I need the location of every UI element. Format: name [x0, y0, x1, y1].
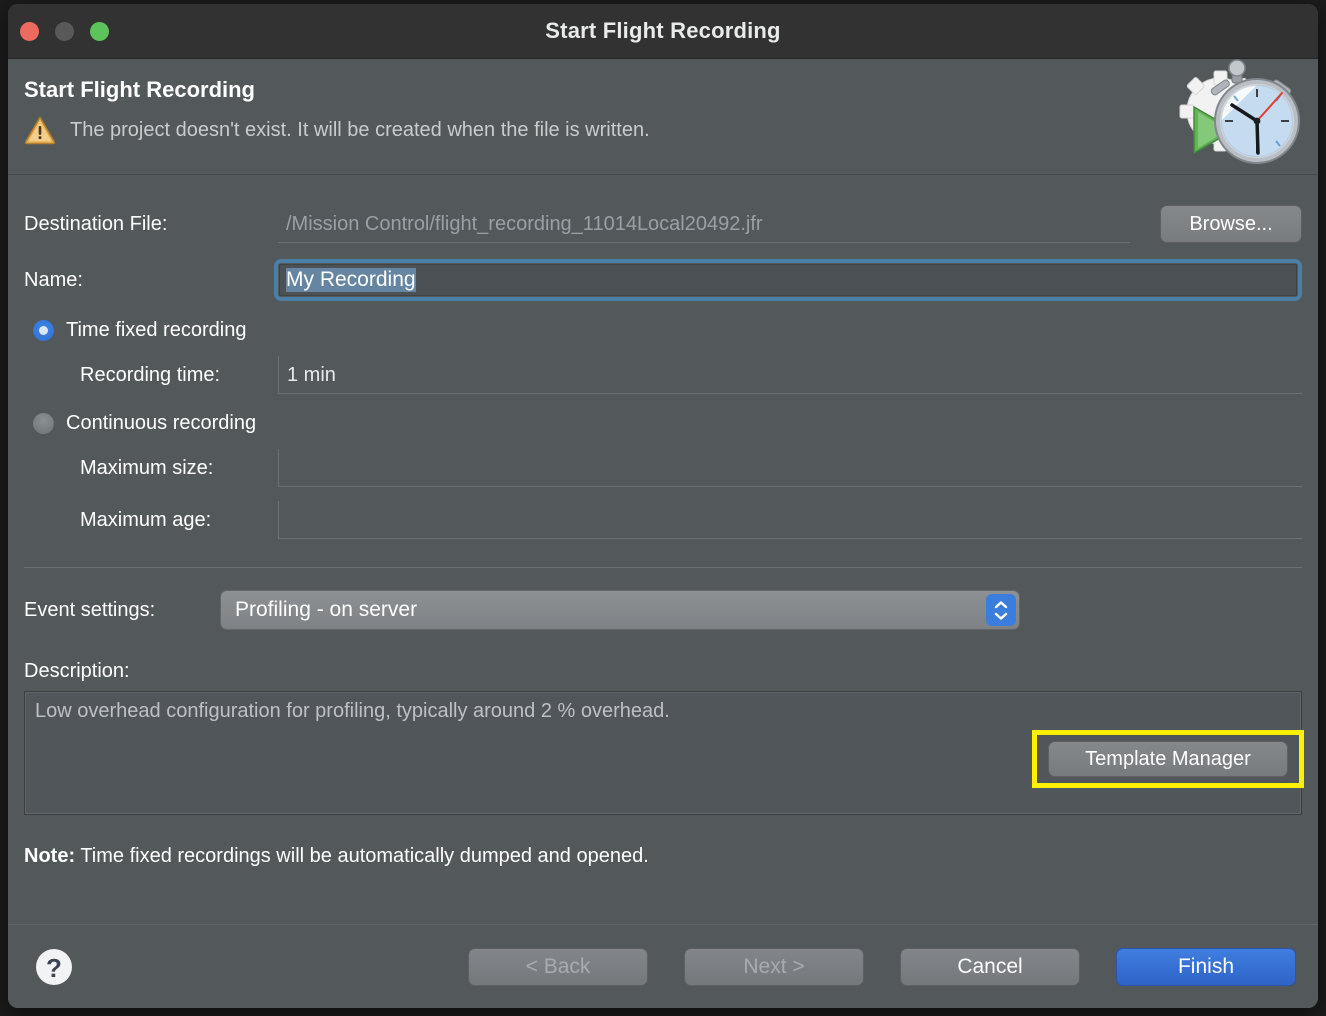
window-controls [20, 4, 109, 58]
time-fixed-recording-option[interactable]: Time fixed recording [24, 319, 1302, 342]
maximum-age-label: Maximum age: [80, 508, 212, 531]
zoom-button[interactable] [90, 21, 109, 41]
recording-time-label: Recording time: [80, 363, 221, 386]
dialog-window: Start Flight Recording Start Flight Reco… [8, 4, 1318, 1008]
maximum-size-label: Maximum size: [80, 456, 214, 479]
window-title: Start Flight Recording [545, 18, 781, 43]
template-manager-highlight: Template Manager [1032, 730, 1304, 788]
title-bar: Start Flight Recording [8, 4, 1318, 59]
next-button[interactable]: Next > [684, 947, 864, 986]
back-button[interactable]: < Back [468, 947, 648, 986]
description-label: Description: [24, 660, 130, 682]
note-row: Note: Time fixed recordings will be auto… [24, 845, 1302, 868]
event-settings-select[interactable]: Profiling - on server [220, 590, 1020, 630]
event-settings-row: Event settings: Profiling - on server [24, 590, 1302, 630]
page-title: Start Flight Recording [24, 77, 255, 102]
recording-time-input[interactable] [278, 356, 1302, 394]
section-divider [24, 567, 1302, 568]
maximum-size-input[interactable] [278, 449, 1302, 487]
continuous-radio[interactable] [33, 413, 54, 434]
chevron-updown-icon[interactable] [986, 594, 1016, 626]
name-label: Name: [24, 268, 83, 291]
finish-button[interactable]: Finish [1116, 947, 1296, 986]
destination-file-input[interactable] [278, 205, 1130, 243]
recording-time-row: Recording time: [24, 356, 1302, 394]
maximum-size-row: Maximum size: [24, 449, 1302, 487]
maximum-age-row: Maximum age: [24, 501, 1302, 539]
browse-button[interactable]: Browse... [1160, 205, 1302, 243]
cancel-button[interactable]: Cancel [900, 947, 1080, 986]
stopwatch-record-icon [1172, 49, 1302, 167]
continuous-label: Continuous recording [66, 412, 257, 434]
header-message: The project doesn't exist. It will be cr… [70, 118, 650, 141]
dialog-footer: ? < Back Next > Cancel Finish [8, 924, 1318, 1008]
note-label: Note: [24, 845, 76, 867]
help-icon[interactable]: ? [36, 948, 72, 985]
event-settings-label: Event settings: [24, 598, 156, 621]
time-fixed-label: Time fixed recording [66, 319, 247, 341]
footer-button-group: < Back Next > Cancel Finish [468, 947, 1296, 986]
template-manager-button[interactable]: Template Manager [1048, 741, 1288, 777]
dialog-body: Destination File: Browse... Name: Time f… [8, 175, 1318, 924]
header-message-row: The project doesn't exist. It will be cr… [24, 115, 1294, 145]
continuous-recording-option[interactable]: Continuous recording [24, 412, 1302, 435]
name-input[interactable] [279, 264, 1297, 296]
time-fixed-radio[interactable] [33, 320, 54, 341]
name-row: Name: [24, 259, 1302, 301]
event-settings-select-wrapper: Profiling - on server [220, 590, 1020, 630]
close-button[interactable] [20, 21, 39, 41]
note-text: Time fixed recordings will be automatica… [80, 845, 649, 867]
warning-icon [24, 116, 56, 145]
destination-file-row: Destination File: Browse... [24, 205, 1302, 243]
destination-file-label: Destination File: [24, 212, 168, 235]
minimize-button[interactable] [55, 21, 74, 41]
dialog-header: Start Flight Recording The project doesn… [8, 59, 1318, 175]
maximum-age-input[interactable] [278, 501, 1302, 539]
name-field-focus-ring [274, 259, 1302, 301]
